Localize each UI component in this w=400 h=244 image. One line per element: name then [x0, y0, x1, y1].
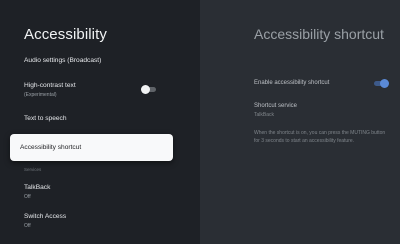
shortcut-service-label: Shortcut service: [254, 103, 298, 109]
menu-item-sublabel: Off: [24, 194, 31, 200]
menu-item-label: Text to speech: [24, 115, 67, 122]
page-title: Accessibility: [24, 26, 107, 43]
menu-item-talkback[interactable]: TalkBack Off: [24, 184, 174, 200]
toggle-knob: [141, 85, 150, 94]
menu-item-sublabel: Off: [24, 223, 31, 229]
enable-shortcut-toggle[interactable]: [373, 79, 389, 88]
toggle-knob: [380, 79, 389, 88]
menu-item-switch-access[interactable]: Switch Access Off: [24, 213, 174, 229]
menu-item-accessibility-shortcut[interactable]: Accessibility shortcut: [10, 134, 173, 161]
section-header-services: Services: [24, 167, 42, 172]
shortcut-description: When the shortcut is on, you can press t…: [254, 130, 386, 144]
menu-item-text-to-speech[interactable]: Text to speech: [24, 115, 174, 122]
high-contrast-toggle[interactable]: [141, 85, 157, 94]
shortcut-service-row[interactable]: Shortcut service TalkBack: [254, 103, 394, 118]
menu-item-label: Audio settings (Broadcast): [24, 57, 102, 64]
shortcut-service-value: TalkBack: [254, 112, 275, 118]
menu-item-label: TalkBack: [24, 184, 51, 191]
detail-title: Accessibility shortcut: [254, 26, 384, 42]
menu-item-label: Switch Access: [24, 213, 67, 220]
menu-item-audio-settings[interactable]: Audio settings (Broadcast): [24, 57, 174, 64]
menu-item-label: Accessibility shortcut: [20, 143, 82, 151]
